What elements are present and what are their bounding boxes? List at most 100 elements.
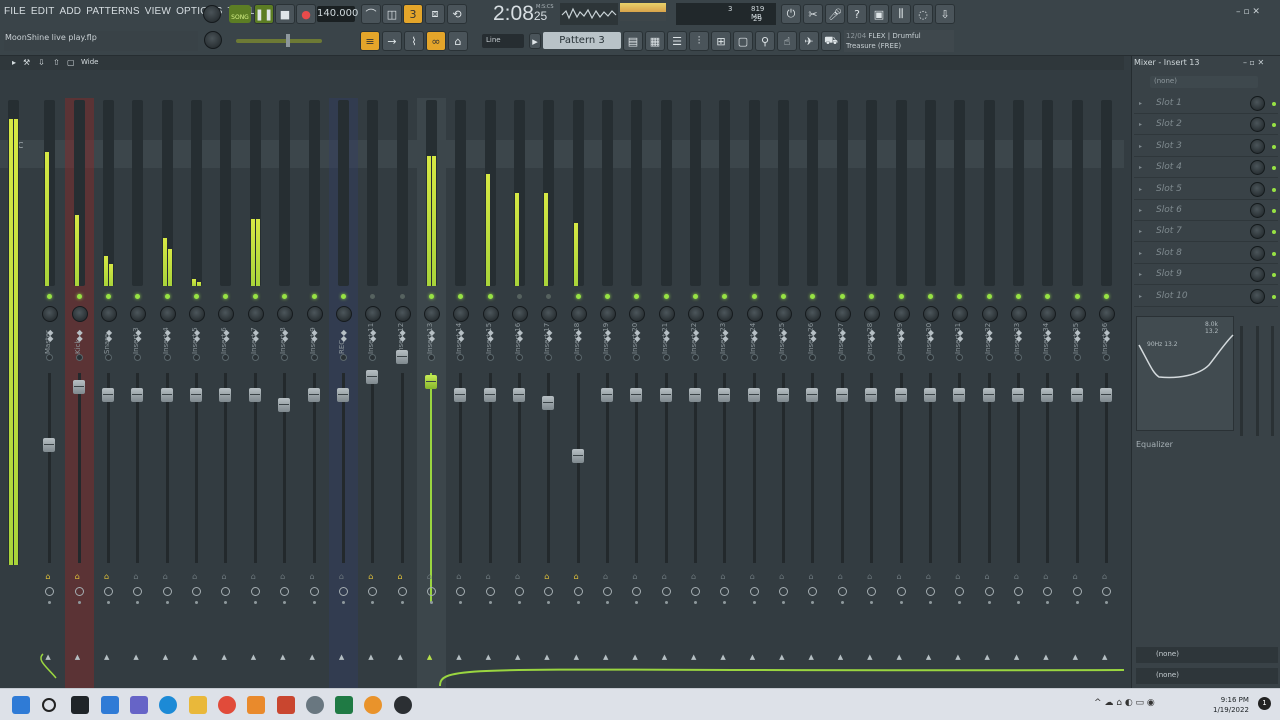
pan-knob[interactable] (776, 306, 793, 322)
menu-patterns[interactable]: PATTERNS (86, 6, 139, 17)
pan-knob[interactable] (101, 306, 118, 322)
pattern-select[interactable]: Pattern 3 (543, 32, 621, 49)
mixer-strip-8[interactable]: Insert 8 ◆ ◆ ⌂ ▲ (270, 98, 299, 688)
slot-expand-icon[interactable]: ▸ (1139, 250, 1142, 257)
disk-record-icon[interactable]: ⌂ (897, 572, 902, 581)
mute-led[interactable] (311, 294, 317, 299)
mixer-strip-20[interactable]: Insert 20 ◆ ◆ ⌂ ▲ (622, 98, 651, 688)
route-dot[interactable] (870, 601, 874, 604)
stereo-separation-icon[interactable]: ◆ ◆ (927, 329, 935, 343)
disk-record-icon[interactable]: ⌂ (221, 572, 226, 581)
route-dot[interactable] (547, 601, 551, 604)
pan-knob[interactable] (717, 306, 734, 322)
fader-track[interactable] (77, 373, 81, 563)
route-dot[interactable] (635, 601, 639, 604)
solo-button[interactable] (956, 354, 964, 361)
slot-expand-icon[interactable]: ▸ (1139, 100, 1142, 107)
pan-knob[interactable] (629, 306, 646, 322)
mixer-strip-15[interactable]: Insert 15 ◆ ◆ ⌂ ▲ (476, 98, 505, 688)
pan-knob[interactable] (277, 306, 294, 322)
volume-fader[interactable] (953, 388, 966, 402)
route-dot[interactable] (752, 601, 756, 604)
route-icon[interactable] (133, 587, 143, 596)
pan-knob[interactable] (71, 306, 88, 322)
route-icon[interactable] (1072, 587, 1082, 596)
route-icon[interactable] (603, 587, 612, 596)
solo-button[interactable] (897, 354, 905, 361)
disk-record-icon[interactable]: ⌂ (1102, 572, 1107, 581)
stereo-separation-icon[interactable]: ◆ ◆ (134, 329, 142, 343)
route-icon[interactable] (896, 587, 906, 596)
route-icon[interactable] (456, 587, 466, 596)
route-icon[interactable] (104, 587, 114, 596)
disk-record-icon[interactable]: ⌂ (603, 572, 608, 581)
volume-fader[interactable] (601, 388, 613, 402)
solo-button[interactable] (457, 354, 465, 361)
solo-button[interactable] (780, 354, 788, 361)
effect-slot[interactable]: ▸ Slot 8 (1134, 244, 1278, 264)
pan-knob[interactable] (453, 306, 470, 322)
fl-studio-icon[interactable] (364, 696, 382, 714)
play-pause-button[interactable]: ❚❚ (254, 4, 274, 24)
mixer-strip-24[interactable]: Insert 24 ◆ ◆ ⌂ ▲ (740, 98, 769, 688)
route-icon[interactable] (338, 587, 348, 596)
slot-enable-led[interactable] (1272, 187, 1276, 192)
mixer-strip-28[interactable]: Insert 28 ◆ ◆ ⌂ ▲ (857, 98, 886, 688)
stereo-separation-icon[interactable]: ◆ ◆ (1015, 329, 1023, 343)
loop-record-icon[interactable]: ⟲ (447, 4, 467, 24)
solo-button[interactable] (545, 354, 553, 361)
slot-mix-knob[interactable] (1250, 117, 1265, 133)
route-dot[interactable] (782, 601, 786, 604)
solo-button[interactable] (281, 354, 289, 361)
pan-knob[interactable] (570, 306, 587, 322)
volume-fader[interactable] (512, 388, 525, 402)
mute-led[interactable] (751, 294, 757, 299)
route-dot[interactable] (1104, 601, 1108, 604)
route-icon[interactable] (368, 587, 378, 596)
mixer-strip-4[interactable]: Insert 4 ◆ ◆ ⌂ ▲ (153, 98, 182, 688)
disk-record-icon[interactable]: ⌂ (280, 572, 285, 581)
wait-for-input-icon[interactable]: ◫ (382, 4, 402, 24)
volume-fader[interactable] (190, 388, 203, 402)
slot-expand-icon[interactable]: ▸ (1139, 143, 1142, 150)
disk-record-icon[interactable]: ⌂ (515, 572, 520, 581)
route-dot[interactable] (136, 601, 140, 604)
mixer-strip-17[interactable]: Insert 17 ◆ ◆ ⌂ ▲ (534, 98, 563, 688)
pan-knob[interactable] (893, 306, 910, 322)
pan-knob[interactable] (981, 306, 998, 322)
fl-app-icon[interactable] (277, 696, 295, 714)
volume-fader[interactable] (1070, 388, 1083, 402)
route-dot[interactable] (48, 601, 52, 604)
route-dot[interactable] (899, 601, 903, 604)
disk-record-icon[interactable]: ⌂ (750, 572, 755, 581)
mute-led[interactable] (428, 294, 434, 299)
solo-button[interactable] (339, 354, 347, 361)
export-icon[interactable]: ⇧ (53, 58, 60, 67)
mixer-strip-7[interactable]: Insert 7 ◆ ◆ ⌂ ▲ (241, 98, 270, 688)
disk-record-icon[interactable]: ⌂ (926, 572, 931, 581)
pan-knob[interactable] (1010, 306, 1027, 322)
route-dot[interactable] (811, 601, 815, 604)
mixer-strip-11[interactable]: Insert 11 ◆ ◆ ⌂ ▲ (358, 98, 387, 688)
pan-knob[interactable] (306, 306, 323, 322)
step-forward-icon[interactable]: → (382, 31, 402, 51)
mixer-strip-3[interactable]: Insert 3 ◆ ◆ ⌂ ▲ (123, 98, 152, 688)
mixer-strip-32[interactable]: Insert 32 ◆ ◆ ⌂ ▲ (975, 98, 1004, 688)
pan-knob[interactable] (1040, 306, 1057, 322)
disk-record-icon[interactable]: ⌂ (955, 572, 960, 581)
route-dot[interactable] (488, 601, 492, 604)
mute-led[interactable] (252, 294, 258, 299)
pattern-arrow-icon[interactable]: ▸ (529, 33, 541, 49)
pan-knob[interactable] (482, 306, 499, 322)
volume-fader[interactable] (894, 388, 907, 402)
stereo-separation-icon[interactable]: ◆ ◆ (222, 329, 230, 343)
disk-record-icon[interactable]: ⌂ (104, 572, 109, 581)
route-icon[interactable] (661, 587, 671, 596)
pan-knob[interactable] (658, 306, 675, 322)
mixer-strip-9[interactable]: Insert 9 ◆ ◆ ⌂ ▲ (300, 98, 329, 688)
stereo-separation-icon[interactable]: ◆ ◆ (575, 329, 583, 343)
slot-mix-knob[interactable] (1250, 224, 1265, 240)
route-dot[interactable] (840, 601, 844, 604)
disk-record-icon[interactable]: ⌂ (163, 572, 168, 581)
mixer-strip-19[interactable]: Insert 19 ◆ ◆ ⌂ ▲ (593, 98, 622, 688)
